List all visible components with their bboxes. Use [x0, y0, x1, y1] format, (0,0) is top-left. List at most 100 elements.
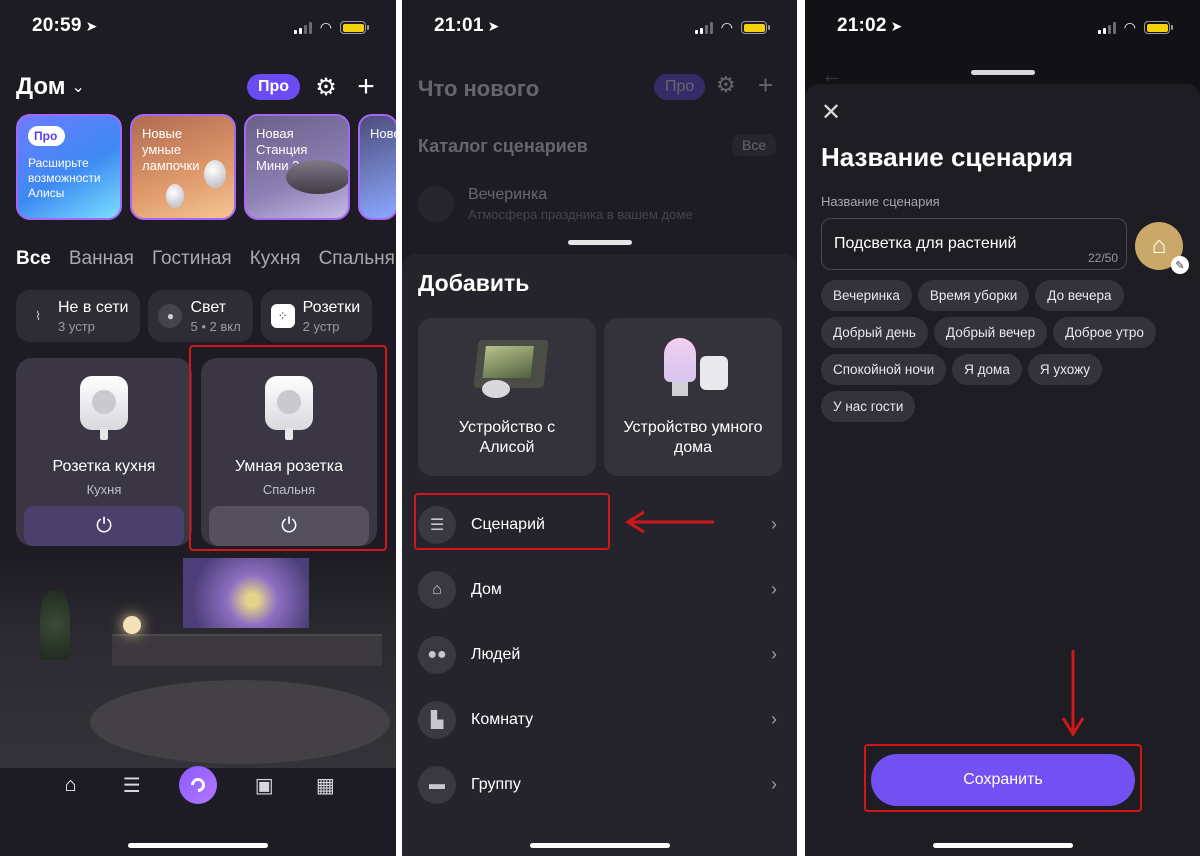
chevron-right-icon: ›	[771, 579, 777, 599]
dashboard-icon[interactable]: ▦	[311, 773, 339, 798]
station-image	[286, 160, 348, 194]
tag-chip[interactable]: Я дома	[952, 354, 1022, 385]
story-text: Расширьте возможности Алисы	[28, 156, 101, 200]
battery-icon	[340, 21, 369, 34]
bulb-image	[204, 160, 226, 188]
device-room: Кухня	[86, 482, 122, 497]
chip-title: Свет	[190, 298, 227, 316]
highlight-box	[189, 345, 387, 551]
menu-item-room[interactable]: ▙ Комнату ›	[402, 687, 797, 752]
sheet-title: Добавить	[418, 270, 530, 296]
chip-sub: 2 устр	[302, 318, 340, 334]
underlay-title: Что нового	[418, 76, 540, 101]
scenario-name-input[interactable]: Подсветка для растений 22/50	[821, 218, 1127, 270]
chip-offline[interactable]: ⌇ Не в сети 3 устр	[16, 290, 141, 342]
bulb-image	[664, 338, 696, 396]
home-indicator	[529, 843, 670, 848]
tile-alice-device[interactable]: Устройство с Алисой	[418, 318, 596, 476]
tag-chip[interactable]: Вечеринка	[821, 280, 912, 311]
catalog-all: Все	[732, 134, 777, 156]
menu-label: Дом	[471, 580, 502, 598]
menu-item-home[interactable]: ⌂ Дом ›	[402, 557, 797, 622]
chevron-right-icon: ›	[771, 709, 777, 729]
tab-bar: ⌂ ☰ ▣ ▦	[0, 766, 396, 804]
stories-row: Про Расширьте возможности Алисы Новые ум…	[16, 114, 396, 220]
home-indicator	[932, 843, 1073, 848]
chip-sub: 5 • 2 вкл	[190, 318, 241, 334]
party-icon	[418, 186, 454, 222]
screen-scenario-name: 21:02 ➤ ◠ ← ✕ Название сценария Название …	[805, 0, 1200, 856]
tab-living-room[interactable]: Гостиная	[152, 248, 232, 270]
catalog-title: Каталог сценариев	[418, 136, 588, 156]
row-title: Вечеринка	[468, 186, 548, 203]
add-tiles: Устройство с Алисой Устройство умного до…	[418, 318, 782, 476]
puck-image	[482, 380, 510, 398]
bulb-icon: ●	[158, 304, 183, 328]
sheet-grabber[interactable]	[567, 240, 632, 245]
menu-label: Людей	[471, 645, 521, 663]
plus-icon[interactable]: +	[352, 70, 380, 104]
menu-item-group[interactable]: ▬ Группу ›	[402, 752, 797, 817]
tag-chip[interactable]: У нас гости	[821, 391, 916, 422]
scenarios-icon[interactable]: ☰	[118, 773, 146, 798]
room-tabs: Все Ванная Гостиная Кухня Спальня	[16, 248, 395, 270]
close-icon[interactable]: ✕	[821, 98, 841, 127]
arrow-left-annotation	[625, 510, 714, 534]
folder-icon: ▬	[418, 765, 456, 804]
status-time: 21:01	[434, 15, 484, 36]
tag-chip[interactable]: Я ухожу	[1027, 354, 1102, 385]
wifi-icon: ◠	[319, 19, 332, 35]
chevron-down-icon[interactable]: ⌄	[72, 77, 85, 97]
tab-kitchen[interactable]: Кухня	[250, 248, 301, 270]
chip-sockets[interactable]: ⁘ Розетки 2 устр	[260, 290, 373, 342]
story-pro[interactable]: Про Расширьте возможности Алисы	[16, 114, 122, 220]
signal-icon	[293, 21, 312, 34]
scenario-icon-button[interactable]: ⌂ ✎	[1135, 222, 1189, 274]
home-icon: ⌂	[1151, 232, 1167, 259]
home-icon[interactable]: ⌂	[57, 774, 85, 797]
tab-all[interactable]: Все	[16, 248, 51, 270]
story-partial[interactable]: Нове в окт	[358, 114, 396, 220]
location-icon: ➤	[890, 18, 903, 34]
story-bulbs[interactable]: Новые умные лампочки	[130, 114, 236, 220]
pro-button[interactable]: Про	[246, 74, 300, 100]
tab-bedroom[interactable]: Спальня	[319, 248, 395, 270]
home-indicator	[128, 843, 268, 848]
tag-chip[interactable]: Время уборки	[917, 280, 1030, 311]
power-icon: ⏻	[96, 514, 112, 537]
story-station[interactable]: Новая Станция Мини 3	[244, 114, 350, 220]
chevron-right-icon: ›	[771, 514, 777, 534]
device-name: Розетка кухня	[52, 458, 156, 475]
battery-icon	[1144, 21, 1173, 34]
suggestion-tags: Вечеринка Время уборки До вечера Добрый …	[821, 280, 1161, 422]
location-icon: ➤	[487, 18, 500, 34]
tag-chip[interactable]: Спокойной ночи	[821, 354, 947, 385]
char-counter: 22/50	[1087, 251, 1118, 265]
underlay-pro: Про	[654, 74, 706, 100]
sheet-grabber[interactable]	[970, 70, 1035, 75]
field-label: Название сценария	[821, 194, 940, 209]
tab-bathroom[interactable]: Ванная	[69, 248, 134, 270]
tag-chip[interactable]: Доброе утро	[1053, 317, 1156, 348]
highlight-box	[864, 744, 1142, 812]
gear-icon[interactable]: ⚙	[312, 73, 340, 102]
signal-icon	[1097, 21, 1116, 34]
power-button[interactable]: ⏻	[24, 506, 184, 546]
wifi-icon: ◠	[720, 19, 733, 35]
menu-item-people[interactable]: ●● Людей ›	[402, 622, 797, 687]
status-bar: 21:01 ➤ ◠	[402, 0, 797, 52]
home-title[interactable]: Дом	[16, 73, 66, 101]
gear-icon: ⚙	[716, 72, 736, 97]
tag-chip[interactable]: Добрый вечер	[933, 317, 1048, 348]
tag-chip[interactable]: До вечера	[1035, 280, 1124, 311]
tag-chip[interactable]: Добрый день	[821, 317, 928, 348]
tile-smart-home-device[interactable]: Устройство умного дома	[604, 318, 782, 476]
alice-icon[interactable]	[178, 766, 217, 804]
plant-decoration	[40, 590, 70, 660]
story-text: Новые умные лампочки	[142, 126, 200, 173]
chip-light[interactable]: ● Свет 5 • 2 вкл	[148, 290, 253, 342]
device-card-kitchen[interactable]: Розетка кухня Кухня ⏻	[16, 358, 192, 546]
shop-icon[interactable]: ▣	[250, 773, 278, 798]
tile-title: Устройство с Алисой	[458, 419, 556, 456]
wifi-off-icon: ⌇	[35, 309, 41, 323]
